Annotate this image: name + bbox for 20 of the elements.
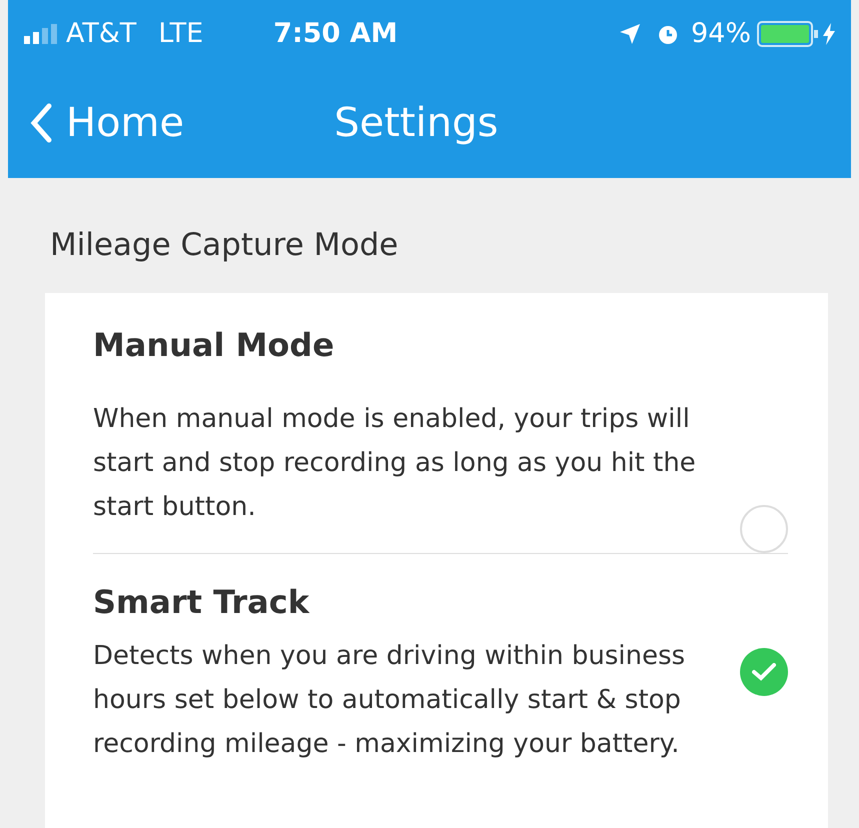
section-title: Mileage Capture Mode	[50, 226, 400, 265]
battery-percent: 94%	[690, 16, 751, 51]
chevron-left-icon	[30, 103, 52, 143]
checkmark-icon	[752, 662, 776, 680]
option-description: When manual mode is enabled, your trips will start and stop recording as long as you hit the start button.	[93, 402, 697, 524]
back-button[interactable]: Home	[30, 93, 184, 153]
location-arrow-icon	[618, 23, 641, 45]
alarm-clock-icon	[656, 23, 679, 45]
carrier-label: AT&T	[66, 16, 136, 51]
battery-icon	[757, 21, 819, 47]
option-title: Manual Mode	[93, 324, 336, 366]
option-description: Detects when you are driving within business hours set below to automatically start & stop recording mileage - maximizing your battery.	[93, 640, 686, 760]
network-label: LTE	[158, 16, 204, 51]
clock-time: 7:50 AM	[273, 16, 398, 51]
signal-icon	[24, 24, 58, 44]
selected-radio[interactable]	[740, 648, 788, 696]
page-title: Settings	[334, 99, 498, 148]
charging-bolt-icon	[823, 23, 835, 45]
option-title: Smart Track	[93, 582, 310, 622]
radio-button[interactable]	[740, 504, 788, 552]
